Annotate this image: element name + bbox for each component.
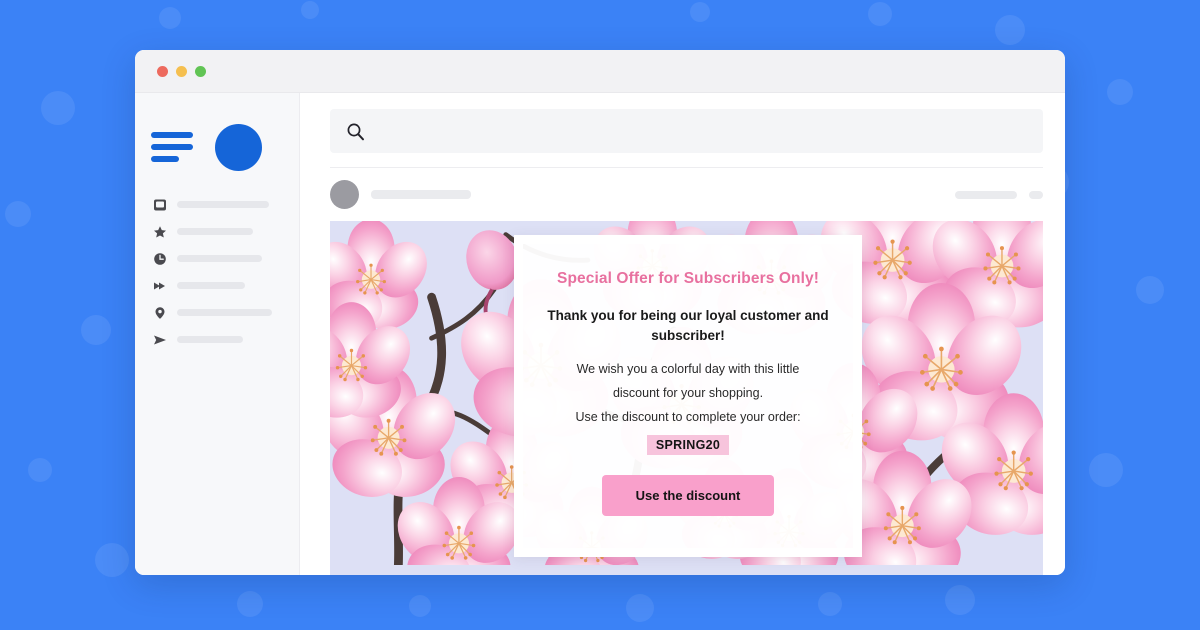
use-the-discount-button[interactable]: Use the discount (601, 475, 775, 517)
sidebar-item-label (177, 201, 269, 208)
sidebar-item-starred[interactable] (135, 218, 299, 245)
sidebar-item-location[interactable] (135, 299, 299, 326)
clock-icon (152, 251, 167, 266)
browser-window: Special Offer for Subscribers Only! Than… (135, 50, 1065, 575)
window-titlebar (135, 50, 1065, 93)
sidebar-item-inbox[interactable] (135, 191, 299, 218)
content-row (330, 180, 1043, 209)
sidebar-item-label (177, 228, 253, 235)
sidebar-header (135, 111, 299, 183)
coupon-code[interactable]: SPRING20 (646, 435, 730, 456)
minimize-button[interactable] (176, 65, 187, 77)
contact-avatar[interactable] (330, 180, 359, 209)
close-button[interactable] (157, 65, 168, 77)
search-field[interactable] (330, 109, 1043, 153)
star-icon (152, 224, 167, 239)
sidebar-item-label (177, 255, 262, 262)
main-content: Special Offer for Subscribers Only! Than… (300, 93, 1065, 575)
popup-body-line-1: We wish you a colorful day with this lit… (576, 362, 800, 377)
sidebar-item-send[interactable] (135, 326, 299, 353)
user-avatar[interactable] (215, 123, 262, 171)
row-placeholder-primary (371, 190, 471, 199)
popup-body-line-3: Use the discount to complete your order: (575, 409, 801, 424)
sidebar-item-forward[interactable] (135, 272, 299, 299)
forward-arrow-icon (152, 278, 167, 293)
popup-body-line-2: discount for your shopping. (612, 385, 764, 400)
popup-subheading: Thank you for being our loyal customer a… (547, 308, 829, 343)
popup-heading: Special Offer for Subscribers Only! (557, 270, 819, 287)
sidebar-item-recent[interactable] (135, 245, 299, 272)
search-icon (346, 122, 365, 141)
window-body: Special Offer for Subscribers Only! Than… (135, 93, 1065, 575)
sidebar-item-label (177, 309, 272, 316)
inbox-icon (152, 197, 167, 212)
row-placeholder-meta (955, 190, 1017, 199)
sidebar (135, 93, 300, 575)
location-pin-icon (152, 305, 167, 320)
sidebar-nav (135, 191, 299, 353)
maximize-button[interactable] (195, 65, 206, 77)
hero-banner: Special Offer for Subscribers Only! Than… (330, 221, 1043, 575)
sidebar-item-label (177, 282, 245, 289)
sidebar-item-label (177, 336, 243, 343)
send-icon (152, 332, 167, 347)
row-placeholder-meta-small (1029, 190, 1043, 199)
hamburger-icon[interactable] (151, 132, 193, 162)
content-divider (330, 167, 1043, 168)
promo-popup: Special Offer for Subscribers Only! Than… (514, 235, 862, 557)
